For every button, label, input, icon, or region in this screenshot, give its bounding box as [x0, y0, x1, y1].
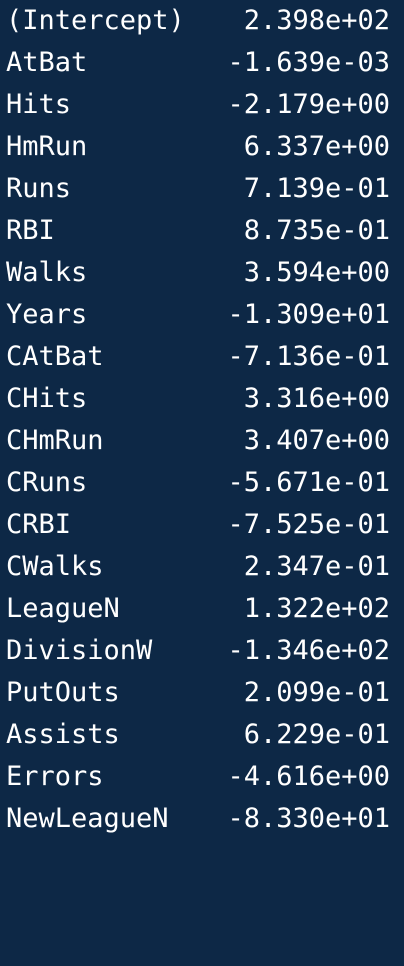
- coefficient-value: 8.735e-01: [243, 215, 390, 246]
- coefficient-value: 3.316e+00: [243, 383, 390, 414]
- coefficient-value: 2.347e-01: [243, 551, 390, 582]
- coefficient-value: -2.179e+00: [227, 89, 390, 120]
- coefficient-term: LeagueN: [6, 593, 120, 624]
- coefficient-value: -4.616e+00: [227, 761, 390, 792]
- coefficient-row: HmRun 6.337e+00: [0, 126, 404, 168]
- coefficient-value: -1.639e-03: [227, 47, 390, 78]
- coefficient-row: CHits 3.316e+00: [0, 378, 404, 420]
- coefficient-row: DivisionW -1.346e+02: [0, 630, 404, 672]
- coefficient-term: Runs: [6, 173, 72, 204]
- coefficient-value: 6.337e+00: [243, 131, 390, 162]
- coefficient-term: RBI: [6, 215, 55, 246]
- console-output: (Intercept) 2.398e+02 AtBat -1.639e-03 H…: [0, 0, 404, 846]
- coefficient-row: Runs 7.139e-01: [0, 168, 404, 210]
- coefficient-value: 6.229e-01: [243, 719, 390, 750]
- coefficient-term: CRBI: [6, 509, 72, 540]
- coefficient-value: -7.136e-01: [227, 341, 390, 372]
- coefficient-term: CAtBat: [6, 341, 104, 372]
- coefficient-value: 1.322e+02: [243, 593, 390, 624]
- coefficient-row: LeagueN 1.322e+02: [0, 588, 404, 630]
- coefficient-value: 2.099e-01: [243, 677, 390, 708]
- coefficient-row: AtBat -1.639e-03: [0, 42, 404, 84]
- coefficient-term: NewLeagueN: [6, 803, 169, 834]
- coefficient-term: Hits: [6, 89, 72, 120]
- coefficient-term: CWalks: [6, 551, 104, 582]
- coefficient-row: RBI 8.735e-01: [0, 210, 404, 252]
- coefficient-value: 2.398e+02: [243, 5, 390, 36]
- coefficient-term: (Intercept): [6, 5, 185, 36]
- coefficient-term: DivisionW: [6, 635, 153, 666]
- coefficient-value: 7.139e-01: [243, 173, 390, 204]
- coefficient-row: CWalks 2.347e-01: [0, 546, 404, 588]
- coefficient-row: NewLeagueN -8.330e+01: [0, 798, 404, 840]
- coefficient-row: CHmRun 3.407e+00: [0, 420, 404, 462]
- coefficient-value: -5.671e-01: [227, 467, 390, 498]
- coefficient-value: 3.594e+00: [243, 257, 390, 288]
- coefficient-value: -1.346e+02: [227, 635, 390, 666]
- coefficient-term: Walks: [6, 257, 88, 288]
- coefficient-value: -1.309e+01: [227, 299, 390, 330]
- coefficient-row: Errors -4.616e+00: [0, 756, 404, 798]
- coefficient-row: (Intercept) 2.398e+02: [0, 0, 404, 42]
- coefficient-row: PutOuts 2.099e-01: [0, 672, 404, 714]
- coefficient-term: CHits: [6, 383, 88, 414]
- coefficient-value: -8.330e+01: [227, 803, 390, 834]
- coefficient-term: CRuns: [6, 467, 88, 498]
- coefficient-term: Assists: [6, 719, 120, 750]
- coefficient-value: -7.525e-01: [227, 509, 390, 540]
- coefficient-term: CHmRun: [6, 425, 104, 456]
- coefficient-row: CRuns -5.671e-01: [0, 462, 404, 504]
- coefficient-term: Years: [6, 299, 88, 330]
- coefficient-row: Walks 3.594e+00: [0, 252, 404, 294]
- coefficient-row: CAtBat -7.136e-01: [0, 336, 404, 378]
- coefficient-row: Assists 6.229e-01: [0, 714, 404, 756]
- coefficient-row: Hits -2.179e+00: [0, 84, 404, 126]
- coefficient-term: Errors: [6, 761, 104, 792]
- coefficient-term: PutOuts: [6, 677, 120, 708]
- coefficient-term: AtBat: [6, 47, 88, 78]
- coefficient-value: 3.407e+00: [243, 425, 390, 456]
- coefficient-row: CRBI -7.525e-01: [0, 504, 404, 546]
- coefficient-row: Years -1.309e+01: [0, 294, 404, 336]
- coefficient-term: HmRun: [6, 131, 88, 162]
